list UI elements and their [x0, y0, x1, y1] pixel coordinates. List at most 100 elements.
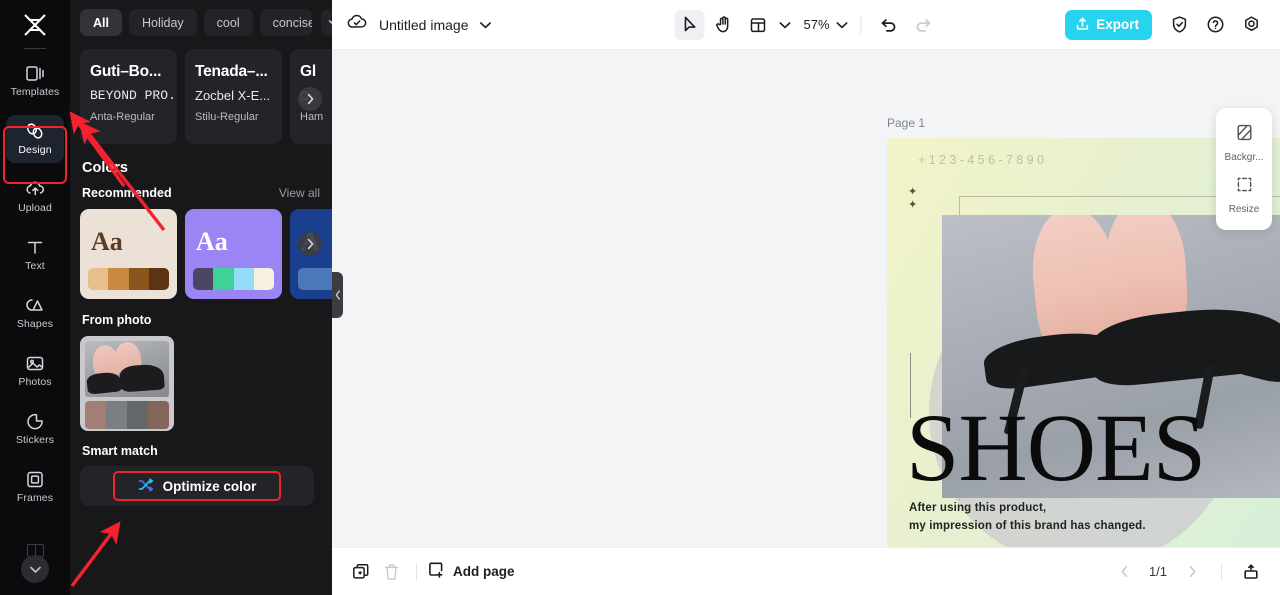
- export-button[interactable]: Export: [1065, 9, 1152, 40]
- present-icon: [1244, 563, 1258, 579]
- export-upload-icon: [1075, 16, 1090, 34]
- palette-card[interactable]: Aa: [185, 209, 282, 299]
- chip-concise[interactable]: concise: [259, 9, 312, 36]
- sidebar-item-label: Templates: [10, 86, 60, 99]
- expand-more-button[interactable]: [21, 555, 49, 583]
- font-card-line1: Guti–Bo...: [90, 63, 162, 80]
- capcut-design-editor: Templates Design Upload Text Shapes Phot…: [0, 0, 1280, 595]
- cursor-select-tool[interactable]: [674, 9, 705, 40]
- sidebar-item-photos[interactable]: Photos: [6, 347, 64, 395]
- bottom-divider-2: [1221, 562, 1222, 581]
- prev-page-button[interactable]: [1109, 557, 1139, 587]
- view-all-link[interactable]: View all: [279, 186, 320, 200]
- sidebar-item-templates[interactable]: Templates: [6, 57, 64, 105]
- smart-match-label: Smart match: [82, 444, 158, 458]
- chevron-down-icon: [29, 566, 41, 573]
- hand-pan-tool[interactable]: [708, 10, 738, 40]
- palette-swatches: [88, 268, 169, 290]
- templates-icon: [25, 64, 45, 83]
- colors-heading: Colors: [82, 160, 128, 176]
- from-photo-label: From photo: [82, 313, 152, 327]
- chip-holiday[interactable]: Holiday: [128, 9, 197, 36]
- from-photo-card[interactable]: [80, 336, 174, 431]
- font-card[interactable]: Tenada–... Zocbel X-E... Stilu-Regular: [185, 49, 282, 144]
- font-card-line2: Zocbel X-E...: [195, 88, 271, 103]
- background-button[interactable]: Backgr...: [1216, 117, 1272, 169]
- background-icon: [1235, 123, 1254, 147]
- hand-pan-icon: [715, 16, 728, 33]
- trash-icon: [384, 563, 398, 580]
- panel-collapse-handle[interactable]: [332, 272, 343, 318]
- help-button[interactable]: [1200, 10, 1230, 40]
- chip-all[interactable]: All: [80, 9, 122, 36]
- palette-card[interactable]: Aa: [80, 209, 177, 299]
- page-label: Page 1: [887, 116, 926, 130]
- redo-button[interactable]: [908, 10, 938, 40]
- sidebar-item-label: Text: [25, 260, 45, 273]
- settings-button[interactable]: [1236, 10, 1266, 40]
- category-chips: All Holiday cool concise: [70, 0, 332, 45]
- layout-grid-tool[interactable]: [742, 10, 772, 40]
- design-panel: All Holiday cool concise Guti–Bo... BEYO…: [70, 0, 332, 595]
- canvas-area[interactable]: Page 1 +123-456-7890 ✦ ✦ SHOES After usi…: [332, 50, 1280, 547]
- optimize-color-button[interactable]: Optimize color: [113, 471, 281, 501]
- shield-check-icon: [1172, 16, 1186, 33]
- font-card-line3: Ham: [300, 111, 324, 123]
- next-page-button[interactable]: [1177, 557, 1207, 587]
- font-card-line1: Tenada–...: [195, 63, 268, 80]
- text-icon: [26, 238, 44, 257]
- upload-cloud-icon: [25, 180, 46, 199]
- resize-icon: [1235, 175, 1254, 199]
- gear-icon: [1244, 16, 1258, 32]
- design-icon: [25, 122, 45, 141]
- palettes-next-button[interactable]: [298, 232, 322, 256]
- phone-number-text: +123-456-7890: [918, 153, 1048, 167]
- redo-icon: [916, 18, 930, 32]
- sidebar-item-text[interactable]: Text: [6, 231, 64, 279]
- sparkle-icon-2: ✦: [908, 199, 918, 211]
- undo-button[interactable]: [874, 10, 904, 40]
- document-title[interactable]: Untitled image: [379, 17, 469, 33]
- shield-button[interactable]: [1164, 10, 1194, 40]
- sidebar-item-label: Photos: [18, 376, 52, 389]
- zoom-level[interactable]: 57%: [803, 17, 829, 32]
- frames-icon: [25, 470, 45, 489]
- palette-row: Aa Aa A: [70, 200, 332, 299]
- add-page-button[interactable]: Add page: [427, 561, 515, 582]
- layout-grid-icon: [750, 17, 765, 32]
- footer-text[interactable]: After using this product, my impression …: [909, 500, 1146, 536]
- chip-cool[interactable]: cool: [203, 9, 253, 36]
- present-button[interactable]: [1236, 557, 1266, 587]
- font-card-line3: Anta-Regular: [90, 111, 155, 123]
- delete-button[interactable]: [376, 557, 406, 587]
- sidebar-item-stickers[interactable]: Stickers: [6, 405, 64, 453]
- title-dropdown-button[interactable]: [479, 16, 492, 34]
- sidebar-item-upload[interactable]: Upload: [6, 173, 64, 221]
- fonts-next-button[interactable]: [298, 87, 322, 111]
- floating-tools-panel: Backgr... Resize: [1216, 108, 1272, 230]
- shoes-title-text[interactable]: SHOES: [906, 400, 1206, 496]
- sidebar-item-shapes[interactable]: Shapes: [6, 289, 64, 337]
- sidebar-item-design[interactable]: Design: [6, 115, 64, 163]
- chevron-right-icon: [1189, 565, 1195, 578]
- photo-thumbnail: [85, 341, 169, 397]
- shuffle-icon: [138, 477, 154, 495]
- sidebar-item-frames[interactable]: Frames: [6, 463, 64, 511]
- resize-button[interactable]: Resize: [1216, 169, 1272, 221]
- chips-expand-button[interactable]: [320, 9, 332, 36]
- sidebar-item-label: Stickers: [15, 434, 55, 447]
- photos-icon: [25, 354, 45, 373]
- font-card[interactable]: Guti–Bo... BEYOND PRO... Anta-Regular: [80, 49, 177, 144]
- duplicate-icon: [353, 563, 369, 579]
- layout-dropdown-button[interactable]: [778, 16, 791, 34]
- add-page-icon: [427, 561, 445, 582]
- toolbar-divider: [860, 15, 862, 34]
- duplicate-button[interactable]: [346, 557, 376, 587]
- toolbar-center-tools: 57%: [674, 9, 938, 40]
- font-card-line1: Gl: [300, 63, 316, 80]
- zoom-dropdown-button[interactable]: [836, 16, 849, 34]
- cloud-saved-icon[interactable]: [346, 12, 368, 37]
- chevron-right-icon: [307, 238, 313, 250]
- capcut-logo-icon[interactable]: [18, 10, 52, 40]
- question-circle-icon: [1207, 16, 1223, 33]
